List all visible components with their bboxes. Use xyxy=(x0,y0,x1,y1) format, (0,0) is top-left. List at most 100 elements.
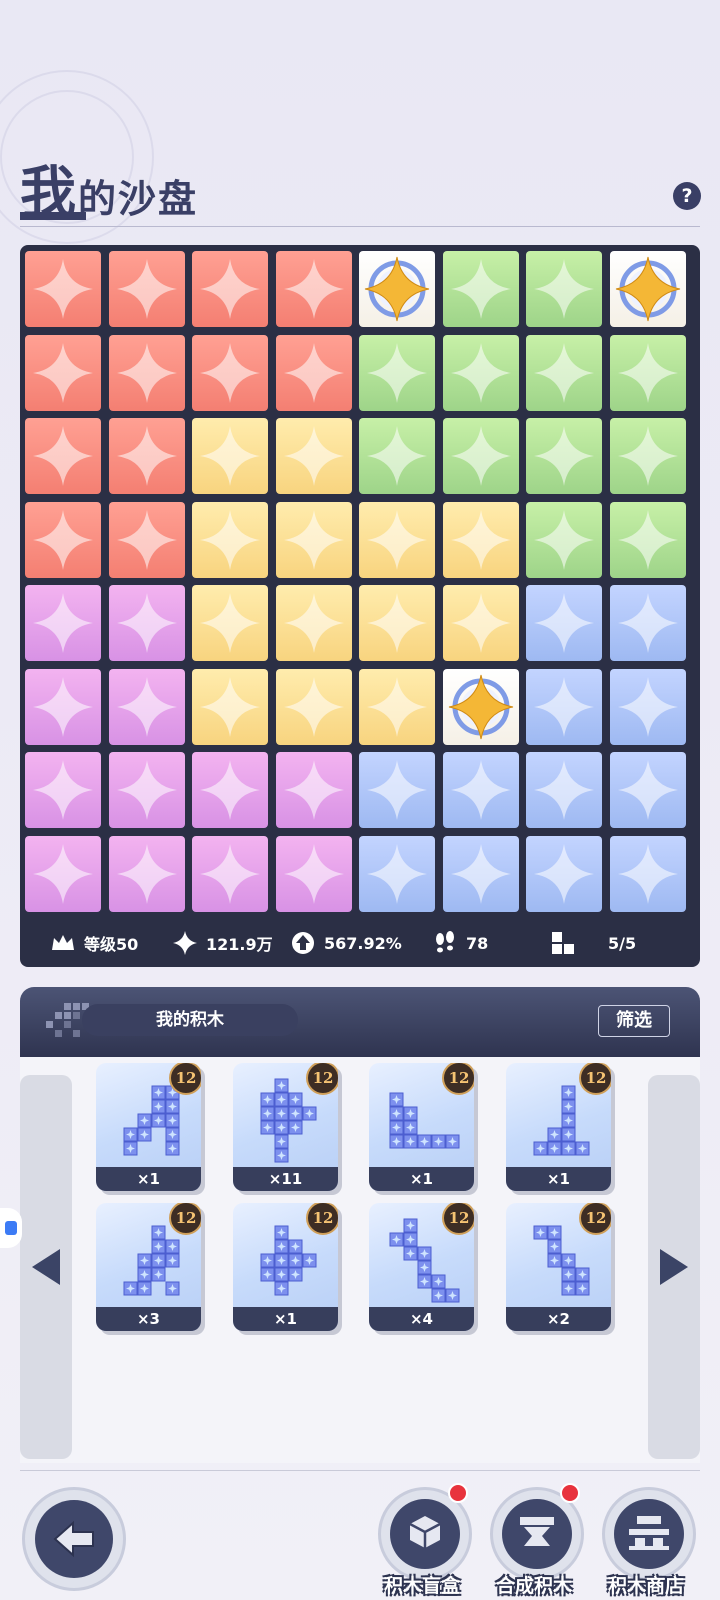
star-icon xyxy=(618,510,678,570)
board-cell-red[interactable] xyxy=(109,335,185,411)
back-arrow-icon xyxy=(53,1520,94,1558)
board-cell-yellow[interactable] xyxy=(359,585,435,661)
board-cell-green[interactable] xyxy=(359,335,435,411)
board-cell-yellow[interactable] xyxy=(443,585,519,661)
board-cell-blue[interactable] xyxy=(526,752,602,828)
board-cell-yellow[interactable] xyxy=(276,502,352,578)
board-cell-yellow[interactable] xyxy=(443,502,519,578)
board-cell-green[interactable] xyxy=(443,335,519,411)
board-cell-yellow[interactable] xyxy=(276,418,352,494)
board-cell-red[interactable] xyxy=(109,502,185,578)
next-page-button[interactable] xyxy=(648,1075,700,1459)
back-button[interactable] xyxy=(22,1487,126,1591)
board-cell-red[interactable] xyxy=(109,418,185,494)
board-cell-green[interactable] xyxy=(443,251,519,327)
block-count: ×1 xyxy=(369,1167,474,1191)
help-icon[interactable]: ? xyxy=(673,182,701,210)
board-cell-green[interactable] xyxy=(443,418,519,494)
nav-button-label: 合成积木 xyxy=(495,1575,572,1597)
board-cell-purple[interactable] xyxy=(276,836,352,912)
stat-blocks: 5/5 xyxy=(550,930,636,956)
board-cell-yellow[interactable] xyxy=(192,502,268,578)
board-cell-red[interactable] xyxy=(25,335,101,411)
block-level-badge: 12 xyxy=(169,1203,201,1235)
star-icon xyxy=(117,259,177,319)
board-cell-yellow[interactable] xyxy=(276,585,352,661)
board-cell-purple[interactable] xyxy=(25,585,101,661)
board-cell-green[interactable] xyxy=(610,502,686,578)
block-card[interactable]: 12 ×1 xyxy=(506,1063,611,1191)
nav-button-merge[interactable]: 合成积木 xyxy=(484,1483,584,1597)
board-cell-blue[interactable] xyxy=(610,669,686,745)
board-cell-green[interactable] xyxy=(610,418,686,494)
board-cell-green[interactable] xyxy=(526,251,602,327)
block-card[interactable]: 12 ×4 xyxy=(369,1203,474,1331)
nav-button-circle xyxy=(602,1487,696,1581)
board-cell-blue[interactable] xyxy=(359,836,435,912)
star-icon xyxy=(451,760,511,820)
block-card[interactable]: 12 ×1 xyxy=(96,1063,201,1191)
board-cell-blue[interactable] xyxy=(526,585,602,661)
board-cell-special[interactable] xyxy=(443,669,519,745)
board-cell-blue[interactable] xyxy=(610,585,686,661)
board-cell-green[interactable] xyxy=(526,335,602,411)
block-card[interactable]: 12 ×1 xyxy=(233,1203,338,1331)
nav-button-shop[interactable]: 积木商店 xyxy=(596,1487,696,1597)
sandbox-board: 等级50 121.9万 567.92% 78 5/5 xyxy=(20,245,700,967)
block-card[interactable]: 12 ×11 xyxy=(233,1063,338,1191)
filter-button[interactable]: 筛选 xyxy=(598,1005,670,1037)
floating-side-tab[interactable] xyxy=(0,1208,22,1248)
block-card[interactable]: 12 ×3 xyxy=(96,1203,201,1331)
board-cell-purple[interactable] xyxy=(109,836,185,912)
board-cell-green[interactable] xyxy=(526,502,602,578)
block-level-badge: 12 xyxy=(579,1203,611,1235)
board-cell-yellow[interactable] xyxy=(192,585,268,661)
board-cell-yellow[interactable] xyxy=(192,669,268,745)
board-cell-blue[interactable] xyxy=(443,752,519,828)
star-icon xyxy=(117,426,177,486)
board-cell-green[interactable] xyxy=(359,418,435,494)
block-card[interactable]: 12 ×2 xyxy=(506,1203,611,1331)
sandbox-grid[interactable] xyxy=(25,251,695,920)
board-cell-red[interactable] xyxy=(276,335,352,411)
board-cell-yellow[interactable] xyxy=(359,669,435,745)
block-level-badge: 12 xyxy=(579,1063,611,1095)
board-cell-yellow[interactable] xyxy=(276,669,352,745)
board-cell-red[interactable] xyxy=(109,251,185,327)
board-cell-purple[interactable] xyxy=(25,669,101,745)
board-cell-red[interactable] xyxy=(25,418,101,494)
board-cell-yellow[interactable] xyxy=(192,418,268,494)
star-icon xyxy=(618,760,678,820)
board-cell-purple[interactable] xyxy=(192,836,268,912)
board-cell-blue[interactable] xyxy=(526,669,602,745)
board-cell-purple[interactable] xyxy=(276,752,352,828)
stats-bar: 等级50 121.9万 567.92% 78 5/5 xyxy=(20,923,700,963)
board-cell-purple[interactable] xyxy=(109,585,185,661)
board-cell-special[interactable] xyxy=(610,251,686,327)
board-cell-blue[interactable] xyxy=(443,836,519,912)
prev-page-button[interactable] xyxy=(20,1075,72,1459)
board-cell-red[interactable] xyxy=(25,502,101,578)
board-cell-blue[interactable] xyxy=(526,836,602,912)
board-cell-purple[interactable] xyxy=(25,752,101,828)
board-cell-red[interactable] xyxy=(25,251,101,327)
board-cell-blue[interactable] xyxy=(359,752,435,828)
board-cell-special[interactable] xyxy=(359,251,435,327)
board-cell-yellow[interactable] xyxy=(359,502,435,578)
board-cell-green[interactable] xyxy=(526,418,602,494)
board-cell-purple[interactable] xyxy=(109,752,185,828)
block-card[interactable]: 12 ×1 xyxy=(369,1063,474,1191)
board-cell-red[interactable] xyxy=(276,251,352,327)
board-cell-purple[interactable] xyxy=(192,752,268,828)
board-cell-blue[interactable] xyxy=(610,752,686,828)
board-cell-purple[interactable] xyxy=(109,669,185,745)
board-cell-red[interactable] xyxy=(192,335,268,411)
star-icon xyxy=(534,426,594,486)
stat-level-value: 等级50 xyxy=(84,935,139,954)
board-cell-purple[interactable] xyxy=(25,836,101,912)
board-cell-blue[interactable] xyxy=(610,836,686,912)
nav-button-cube[interactable]: 积木盲盒 xyxy=(372,1483,472,1597)
block-level-badge: 12 xyxy=(169,1063,201,1095)
board-cell-red[interactable] xyxy=(192,251,268,327)
board-cell-green[interactable] xyxy=(610,335,686,411)
